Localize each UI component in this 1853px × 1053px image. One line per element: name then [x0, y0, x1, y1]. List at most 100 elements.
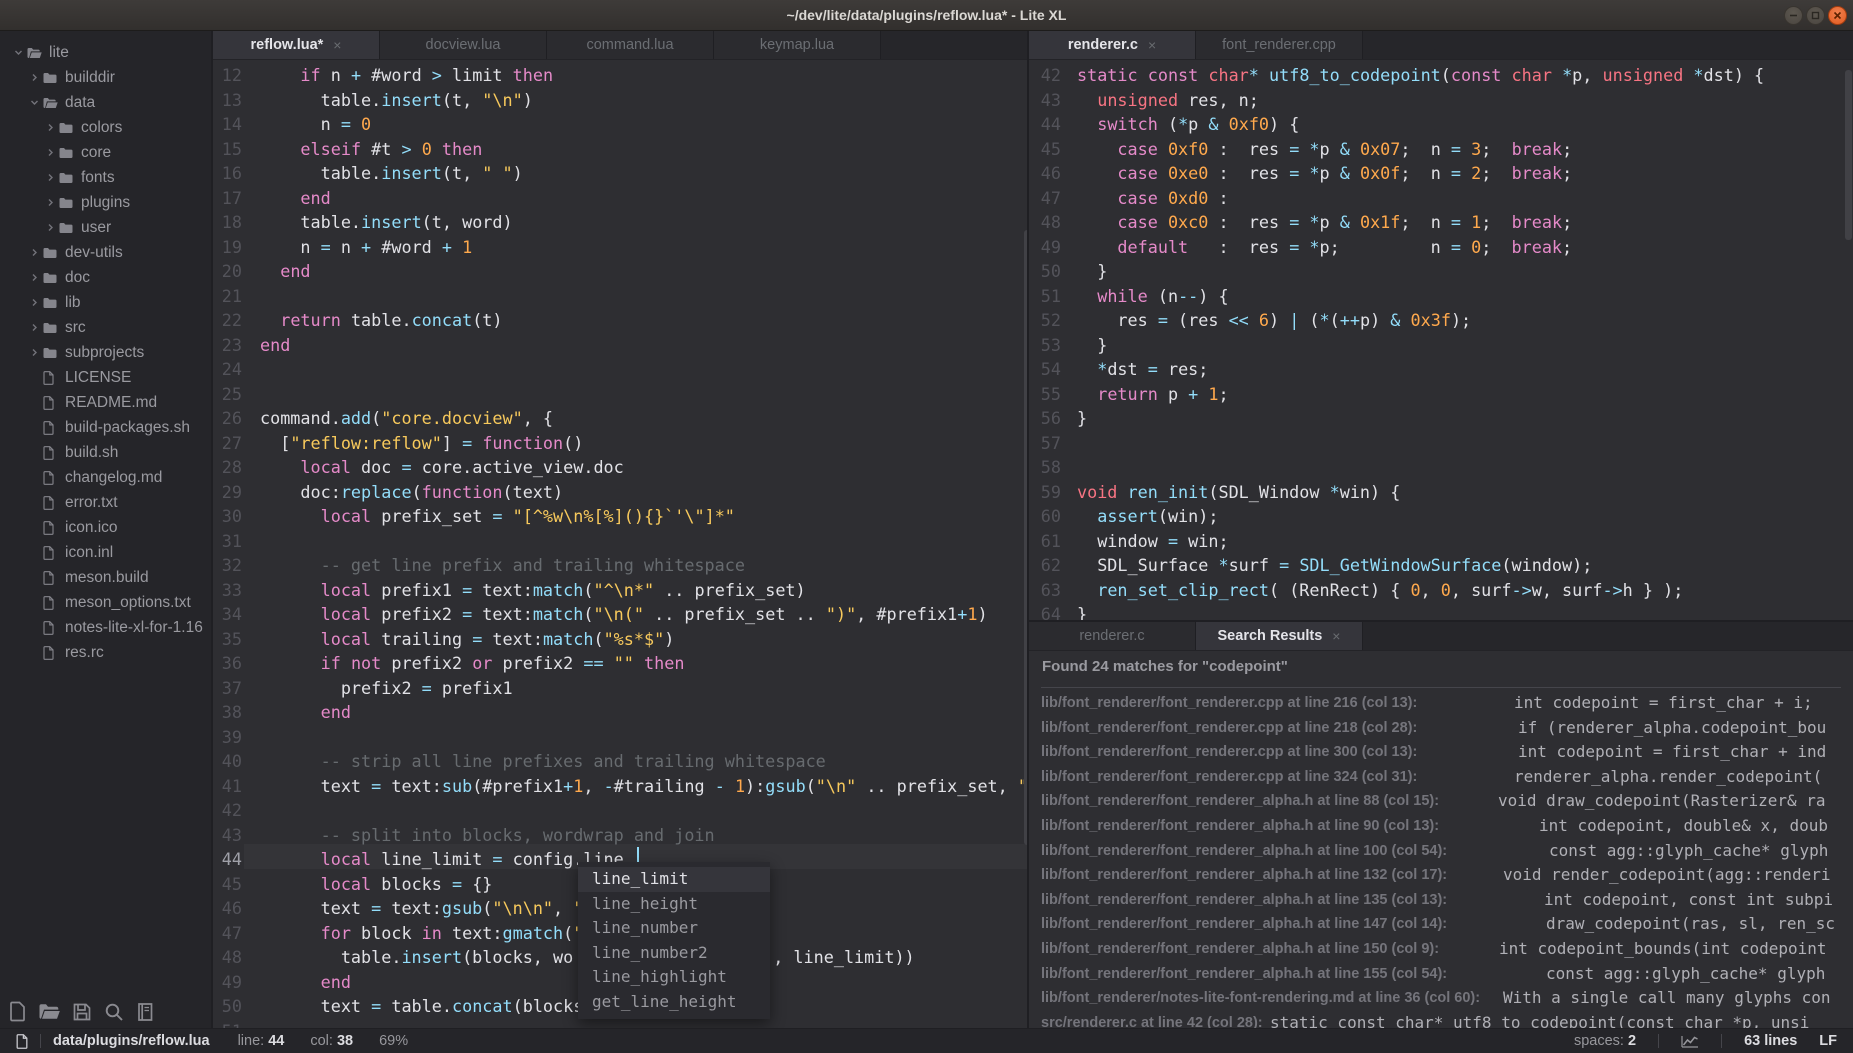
search-result-snippet: int codepoint, const int subpi: [1544, 888, 1833, 913]
tab-close-icon[interactable]: ×: [1332, 628, 1340, 644]
search-results-tabbar: renderer.cSearch Results×: [1029, 622, 1853, 651]
minimize-icon: [1789, 11, 1798, 20]
tree-item-label: error.txt: [65, 494, 118, 512]
search-result-row[interactable]: lib/font_renderer/font_renderer_alpha.h …: [1029, 912, 1853, 937]
maximize-button[interactable]: [1806, 6, 1825, 25]
left-tab-keymap-lua[interactable]: keymap.lua: [714, 31, 881, 59]
status-scroll-percent[interactable]: 69%: [379, 1033, 408, 1049]
right-editor-scrollbar[interactable]: [1845, 70, 1852, 240]
tab-close-icon[interactable]: ×: [1148, 37, 1156, 53]
folder-icon: [43, 297, 64, 309]
status-indent-mode[interactable]: spaces: 2: [1574, 1033, 1636, 1049]
bottom-tab-search-results[interactable]: Search Results×: [1196, 622, 1363, 650]
autocomplete-item[interactable]: line_number: [578, 916, 770, 941]
autocomplete-item[interactable]: get_line_height: [578, 990, 770, 1015]
tree-item-colors[interactable]: colors: [0, 115, 211, 140]
tree-item-icon-inl[interactable]: icon.inl: [0, 540, 211, 565]
search-result-row[interactable]: lib/font_renderer/font_renderer.cpp at l…: [1029, 716, 1853, 741]
search-result-row[interactable]: lib/font_renderer/font_renderer_alpha.h …: [1029, 814, 1853, 839]
open-folder-icon[interactable]: [38, 1002, 60, 1021]
tree-item-dev-utils[interactable]: dev-utils: [0, 240, 211, 265]
performance-graph-icon[interactable]: [1681, 1035, 1699, 1048]
line-text: end: [260, 261, 311, 281]
left-tab-docview-lua[interactable]: docview.lua: [380, 31, 547, 59]
search-result-row[interactable]: lib/font_renderer/font_renderer.cpp at l…: [1029, 691, 1853, 716]
tree-item-subprojects[interactable]: subprojects: [0, 340, 211, 365]
tree-item-src[interactable]: src: [0, 315, 211, 340]
code-line: 50 }: [1029, 259, 1853, 284]
search-result-row[interactable]: lib/font_renderer/font_renderer_alpha.h …: [1029, 839, 1853, 864]
line-number: 51: [1029, 284, 1061, 309]
search-result-row[interactable]: lib/font_renderer/font_renderer.cpp at l…: [1029, 765, 1853, 790]
search-result-row[interactable]: lib/font_renderer/font_renderer_alpha.h …: [1029, 962, 1853, 987]
close-button[interactable]: [1828, 6, 1847, 25]
search-result-snippet: if (renderer_alpha.codepoint_bou: [1518, 716, 1826, 741]
autocomplete-item[interactable]: line_number2: [578, 941, 770, 966]
tree-item-res-rc[interactable]: res.rc: [0, 640, 211, 665]
search-result-row[interactable]: lib/font_renderer/font_renderer_alpha.h …: [1029, 789, 1853, 814]
tree-item-fonts[interactable]: fonts: [0, 165, 211, 190]
left-tab-command-lua[interactable]: command.lua: [547, 31, 714, 59]
tree-item-error-txt[interactable]: error.txt: [0, 490, 211, 515]
search-result-row[interactable]: lib/font_renderer/font_renderer_alpha.h …: [1029, 888, 1853, 913]
folder-icon: [43, 322, 64, 334]
tree-item-builddir[interactable]: builddir: [0, 65, 211, 90]
search-result-snippet: const agg::glyph_cache* glyph: [1549, 839, 1828, 864]
tab-close-icon[interactable]: ×: [333, 37, 341, 53]
tree-item-data[interactable]: data: [0, 90, 211, 115]
line-number: 29: [213, 480, 242, 505]
tree-item-icon-ico[interactable]: icon.ico: [0, 515, 211, 540]
tree-item-core[interactable]: core: [0, 140, 211, 165]
chevron-right-icon: [42, 223, 59, 232]
status-col[interactable]: col: 38: [310, 1033, 353, 1049]
line-text: local prefix1 = text:match("^\n*" .. pre…: [260, 580, 806, 600]
book-icon[interactable]: [136, 1002, 154, 1022]
autocomplete-item[interactable]: line_limit: [578, 867, 770, 892]
search-icon[interactable]: [104, 1002, 124, 1022]
line-number: 12: [213, 63, 242, 88]
tree-item-lib[interactable]: lib: [0, 290, 211, 315]
left-editor-scrollbar[interactable]: [1024, 230, 1027, 845]
tree-item-readme-md[interactable]: README.md: [0, 390, 211, 415]
line-number: 48: [1029, 210, 1061, 235]
code-line: 38 end: [213, 700, 1027, 725]
status-line-ending[interactable]: LF: [1819, 1033, 1837, 1049]
status-line[interactable]: line: 44: [238, 1033, 285, 1049]
minimize-button[interactable]: [1784, 6, 1803, 25]
search-result-row[interactable]: lib/font_renderer/notes-lite-font-render…: [1029, 986, 1853, 1011]
tree-item-notes-lite-xl-for-1-16[interactable]: notes-lite-xl-for-1.16: [0, 615, 211, 640]
tree-item-license[interactable]: LICENSE: [0, 365, 211, 390]
save-icon[interactable]: [72, 1002, 92, 1022]
code-line: 37 prefix2 = prefix1: [213, 676, 1027, 701]
autocomplete-item[interactable]: line_highlight: [578, 965, 770, 990]
tree-item-meson-options-txt[interactable]: meson_options.txt: [0, 590, 211, 615]
tree-item-build-sh[interactable]: build.sh: [0, 440, 211, 465]
tree-item-user[interactable]: user: [0, 215, 211, 240]
new-file-icon[interactable]: [9, 1001, 26, 1022]
autocomplete-item[interactable]: line_height: [578, 892, 770, 917]
tree-item-changelog-md[interactable]: changelog.md: [0, 465, 211, 490]
search-result-snippet: const agg::glyph_cache* glyph: [1546, 962, 1835, 987]
search-result-row[interactable]: lib/font_renderer/font_renderer.cpp at l…: [1029, 740, 1853, 765]
right-editor[interactable]: 42static const char* utf8_to_codepoint(c…: [1029, 60, 1853, 620]
tree-item-doc[interactable]: doc: [0, 265, 211, 290]
line-text: local prefix2 = text:match("\n(" .. pref…: [260, 604, 988, 624]
right-tab-renderer-c[interactable]: renderer.c×: [1029, 31, 1196, 59]
line-text: }: [1077, 408, 1087, 428]
status-file-path[interactable]: data/plugins/reflow.lua: [53, 1033, 210, 1049]
code-line: 64}: [1029, 602, 1853, 620]
right-tab-font-renderer-cpp[interactable]: font_renderer.cpp: [1196, 31, 1363, 59]
bottom-tab-renderer-c[interactable]: renderer.c: [1029, 622, 1196, 650]
line-text: n = 0: [260, 114, 371, 134]
search-result-row[interactable]: lib/font_renderer/font_renderer_alpha.h …: [1029, 937, 1853, 962]
line-text: end: [260, 702, 351, 722]
search-result-row[interactable]: lib/font_renderer/font_renderer_alpha.h …: [1029, 863, 1853, 888]
file-tree: litebuilddirdatacolorscorefontspluginsus…: [0, 31, 211, 665]
tree-item-meson-build[interactable]: meson.build: [0, 565, 211, 590]
tree-item-plugins[interactable]: plugins: [0, 190, 211, 215]
tree-item-lite[interactable]: lite: [0, 40, 211, 65]
tree-item-label: doc: [65, 269, 90, 287]
search-result-row[interactable]: src/renderer.c at line 42 (col 28):stati…: [1029, 1011, 1853, 1028]
tree-item-build-packages-sh[interactable]: build-packages.sh: [0, 415, 211, 440]
left-tab-reflow-lua[interactable]: reflow.lua*×: [213, 31, 380, 59]
